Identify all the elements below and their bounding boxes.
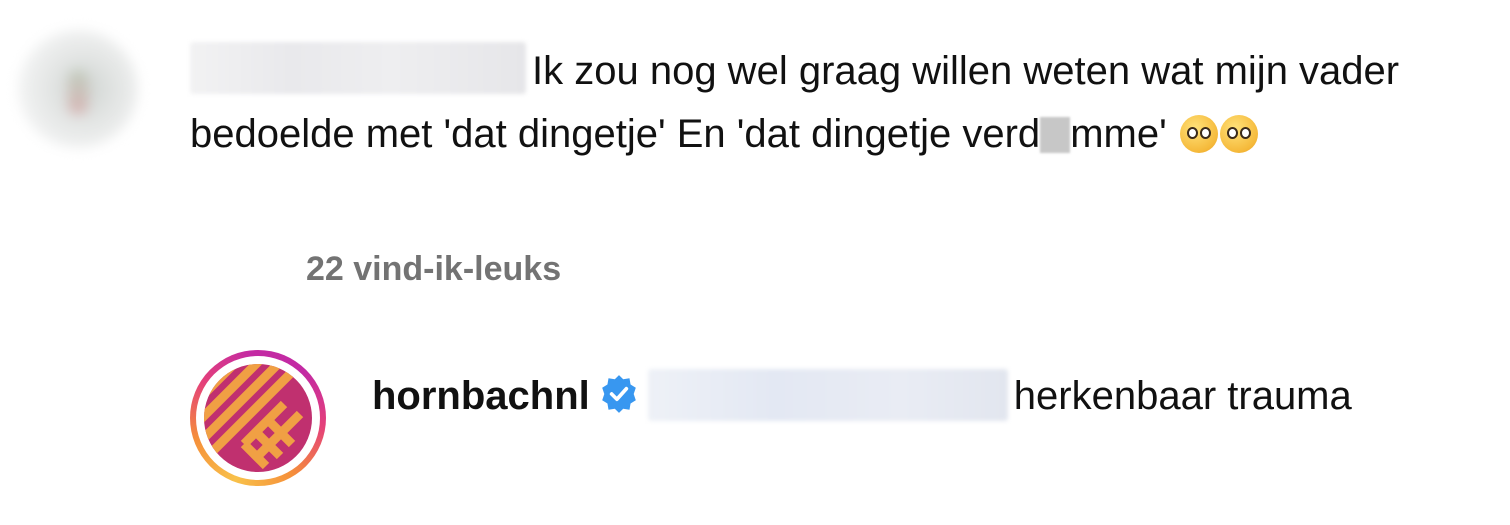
- hornbach-avatar[interactable]: [190, 350, 326, 486]
- hornbach-logo-icon: [204, 364, 312, 472]
- avatar-image: [68, 70, 88, 114]
- comment-text: Ik zou nog wel graag willen weten wat mi…: [190, 40, 1490, 166]
- comment-likes-count[interactable]: 22 vind-ik-leuks: [306, 250, 561, 289]
- reply-message: herkenbaar trauma: [1013, 374, 1352, 418]
- reply-text: hornbachnl herkenbaar trauma: [372, 368, 1352, 424]
- reply-username[interactable]: hornbachnl: [372, 374, 590, 418]
- mentioned-username-blurred[interactable]: [647, 369, 1008, 421]
- censor-block: [1040, 117, 1071, 153]
- verified-badge-icon: [601, 375, 636, 413]
- pleading-face-emoji-icon: [1179, 115, 1218, 153]
- commenter-avatar[interactable]: [18, 30, 138, 148]
- comment-text-part2: mme': [1070, 112, 1167, 156]
- commenter-username-blurred[interactable]: [190, 42, 526, 94]
- pleading-face-emoji-icon: [1219, 115, 1258, 153]
